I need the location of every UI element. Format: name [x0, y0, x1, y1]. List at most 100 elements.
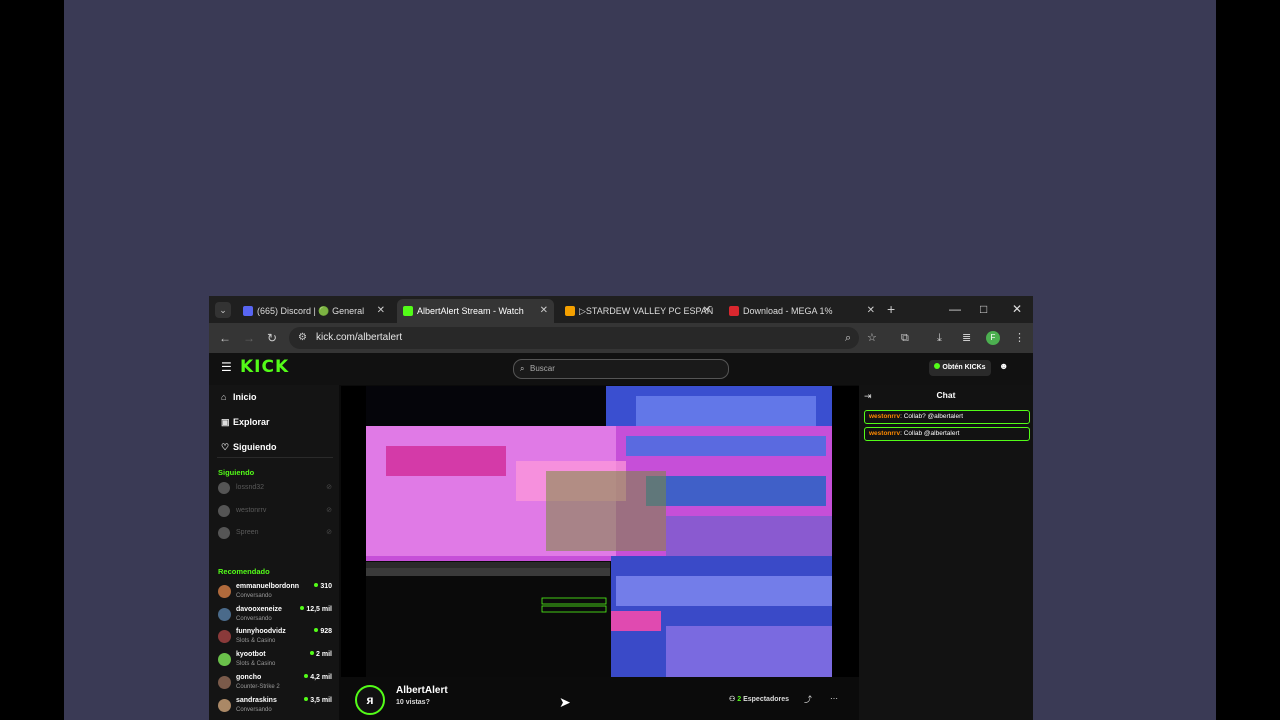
chat-title: Chat: [936, 390, 956, 400]
sidebar-item-siguiendo[interactable]: ♡ Siguiendo: [221, 442, 277, 453]
download-icon[interactable]: ⤓: [937, 330, 942, 346]
sidebar-item-inicio[interactable]: ⌂ Inicio: [221, 392, 257, 402]
menu-icon[interactable]: ☰: [221, 360, 232, 374]
sidebar-item-label: Inicio: [233, 392, 257, 402]
zoom-icon[interactable]: ⌕: [845, 330, 851, 346]
viewer-count-value: 12,5 mil: [306, 605, 332, 613]
chat-username[interactable]: westonrrv: [869, 413, 900, 420]
viewer-count-value: 2 mil: [316, 651, 332, 659]
following-name: westonrrv: [236, 506, 267, 514]
close-tab-icon[interactable]: ✕: [377, 299, 385, 323]
new-tab-button[interactable]: +: [887, 299, 895, 319]
channel-info: ᴙ AlbertAlert 10 vistas? ⚇ 2 Espectadore…: [341, 677, 859, 720]
offline-icon: ⊘: [326, 529, 332, 536]
following-header: Siguiendo: [218, 468, 255, 477]
search-placeholder: Buscar: [530, 364, 555, 373]
tab-favicon-icon: [565, 306, 575, 316]
kick-logo[interactable]: KICK: [240, 357, 289, 377]
chat-username[interactable]: westonrrv: [869, 430, 900, 437]
sidebar-nav-icon: ▣: [221, 417, 230, 427]
stream-video[interactable]: [366, 386, 832, 677]
recommended-category: Conversando: [236, 593, 272, 599]
forward-button[interactable]: →: [243, 329, 255, 347]
tab-search-dropdown[interactable]: ⌄: [215, 302, 231, 318]
spectators-number: 2: [737, 696, 742, 703]
user-menu-icon[interactable]: ☻: [999, 361, 1008, 371]
viewer-count: 12,5 mil: [300, 604, 332, 615]
get-kicks-button[interactable]: Obtén KICKs: [929, 360, 991, 376]
mouse-cursor-icon: ➤: [559, 694, 571, 710]
media-control-icon[interactable]: ≣: [962, 330, 971, 346]
kicks-coin-icon: [934, 363, 941, 369]
following-item[interactable]: westonrrv ⊘: [218, 504, 334, 518]
channel-avatar[interactable]: ᴙ: [355, 685, 385, 715]
recommended-item[interactable]: davooxeneize Conversando 12,5 mil: [218, 604, 334, 626]
avatar: [218, 630, 231, 644]
channel-name[interactable]: AlbertAlert: [396, 685, 448, 696]
viewer-count: 2 mil: [310, 649, 332, 660]
share-icon[interactable]: ⤴: [804, 694, 812, 705]
tab-3[interactable]: Download - MEGA 1% ✕: [723, 299, 881, 323]
tab-0[interactable]: (665) Discord | 🟢 General ✕: [237, 299, 391, 323]
tab-title: Download - MEGA 1%: [743, 306, 833, 316]
maximize-button[interactable]: □: [980, 298, 987, 320]
following-item[interactable]: Spreen ⊘: [218, 526, 334, 540]
recommended-item[interactable]: emmanuelbordonn Conversando 310: [218, 581, 334, 603]
chat-text: Collab @albertalert: [903, 430, 960, 437]
glitch-video-frame: [366, 386, 832, 677]
live-dot-icon: [314, 628, 319, 633]
extensions-icon[interactable]: ⧉: [901, 330, 909, 346]
back-button[interactable]: ←: [219, 329, 231, 347]
viewer-count-value: 310: [320, 583, 332, 590]
viewer-count-value: 3,5 mil: [310, 696, 332, 704]
avatar: [218, 675, 231, 689]
viewer-count: 928: [314, 626, 332, 637]
close-window-button[interactable]: ✕: [1012, 298, 1022, 320]
recommended-item[interactable]: goncho Counter-Strike 2 4,2 mil: [218, 672, 334, 694]
browser-menu-icon[interactable]: ⋮: [1014, 330, 1025, 346]
viewer-count-value: 928: [320, 628, 332, 636]
search-icon: ⌕: [520, 364, 525, 373]
chat-panel: ⇥ Chat westonrrv: Collab? @albertalert we…: [859, 385, 1033, 720]
offline-icon: ⊘: [326, 484, 332, 491]
more-options-icon[interactable]: ⋯: [830, 694, 838, 703]
kick-page: ☰ KICK ⌕ Buscar Obtén KICKs ☻ ⌂ Inicio ▣ Ex…: [209, 353, 1033, 720]
avatar: [218, 585, 231, 598]
sidebar-divider: [217, 457, 333, 458]
recommended-item[interactable]: funnyhoodvidz Slots & Casino 928: [218, 626, 334, 648]
avatar: [218, 607, 231, 621]
tab-2[interactable]: ▷STARDEW VALLEY PC ESPAÑ ✕: [559, 299, 717, 323]
close-tab-icon[interactable]: ✕: [703, 299, 711, 323]
recommended-header: Recomendado: [218, 567, 270, 576]
reload-button[interactable]: ↻: [267, 329, 277, 347]
recommended-category: Counter-Strike 2: [236, 683, 280, 690]
sidebar: ⌂ Inicio ▣ Explorar ♡ Siguiendo Siguiendo los…: [209, 385, 339, 720]
following-item[interactable]: lossnd32 ⊘: [218, 481, 334, 495]
avatar: [218, 527, 230, 539]
site-info-icon[interactable]: ⚙: [298, 327, 307, 349]
search-input[interactable]: ⌕ Buscar: [513, 359, 729, 379]
sidebar-item-explorar[interactable]: ▣ Explorar: [221, 417, 270, 428]
tab-favicon-icon: [729, 306, 739, 316]
get-kicks-label: Obtén KICKs: [942, 364, 986, 371]
minimize-button[interactable]: —: [949, 298, 961, 320]
recommended-item[interactable]: sandraskins Conversando 3,5 mil: [218, 695, 334, 717]
profile-avatar[interactable]: F: [986, 331, 1000, 345]
viewer-count-value: 4,2 mil: [310, 673, 332, 681]
close-tab-icon[interactable]: ✕: [540, 299, 548, 323]
sidebar-item-label: Explorar: [233, 417, 270, 427]
offline-icon: ⊘: [326, 506, 332, 514]
url-input[interactable]: ⚙ kick.com/albertalert: [289, 327, 859, 349]
tab-1[interactable]: AlbertAlert Stream - Watch ✕: [397, 299, 554, 323]
video-player[interactable]: [341, 386, 859, 677]
sidebar-nav-icon: ♡: [221, 442, 230, 452]
recommended-category: Slots & Casino: [236, 638, 276, 645]
recommended-category: Conversando: [236, 706, 272, 713]
spectators-count: ⚇ 2 Espectadores: [729, 695, 789, 703]
tab-favicon-icon: [243, 306, 253, 316]
close-tab-icon[interactable]: ✕: [867, 299, 875, 323]
kick-topbar: ☰ KICK ⌕ Buscar Obtén KICKs ☻: [209, 353, 1033, 385]
recommended-item[interactable]: kyootbot Slots & Casino 2 mil: [218, 649, 334, 671]
bookmark-star-icon[interactable]: ☆: [867, 330, 877, 346]
tab-title: AlbertAlert Stream - Watch: [417, 306, 524, 316]
